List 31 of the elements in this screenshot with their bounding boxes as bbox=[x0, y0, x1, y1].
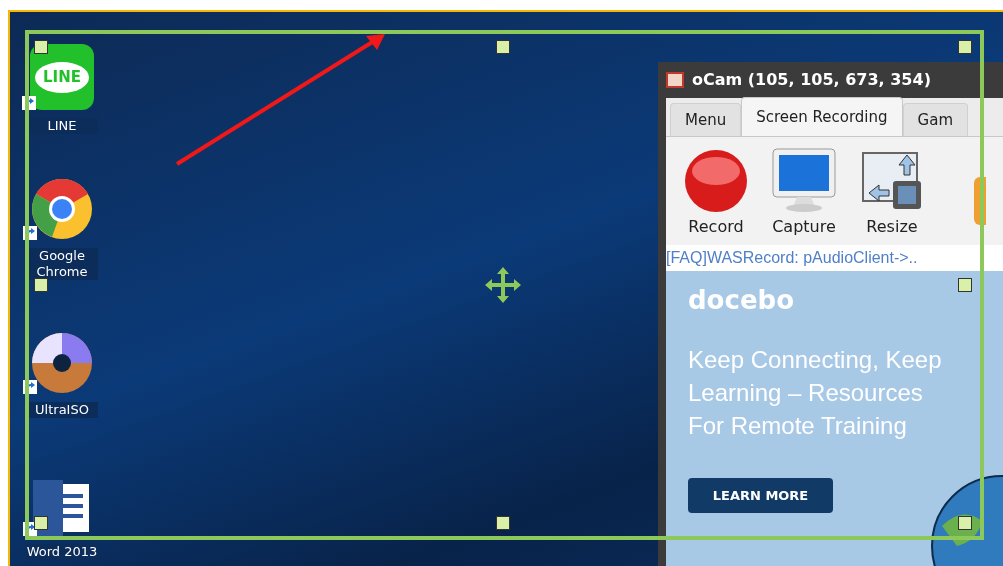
resize-handle[interactable] bbox=[496, 516, 510, 530]
learn-more-button[interactable]: LEARN MORE bbox=[688, 478, 833, 513]
tab[interactable]: Menu bbox=[670, 103, 742, 136]
resize-handle[interactable] bbox=[34, 516, 48, 530]
tab[interactable]: Gam bbox=[902, 103, 968, 136]
resize-handle[interactable] bbox=[34, 278, 48, 292]
window-title: oCam (105, 105, 673, 354) bbox=[692, 69, 931, 91]
desktop-icon-label[interactable]: Google Chrome bbox=[26, 248, 98, 280]
toolbar-button[interactable]: Capture bbox=[760, 145, 848, 237]
tab[interactable]: Screen Recording bbox=[741, 97, 903, 136]
move-cross-icon[interactable] bbox=[484, 266, 522, 304]
monitor-icon bbox=[771, 147, 837, 213]
brand-logo-text: docebo bbox=[688, 287, 795, 313]
disc-icon bbox=[31, 332, 93, 394]
desktop-icon-label[interactable]: Word 2013 bbox=[26, 544, 98, 560]
record-ball-icon bbox=[684, 149, 748, 213]
resize-handle[interactable] bbox=[958, 516, 972, 530]
desktop-icon-label[interactable]: UltraISO bbox=[26, 402, 98, 418]
logo-text: LINE bbox=[35, 61, 89, 93]
toolbar-button[interactable]: Record bbox=[672, 145, 760, 237]
app-logo-icon bbox=[666, 72, 684, 88]
toolbar-button[interactable]: Resize bbox=[848, 145, 936, 237]
resize-handle[interactable] bbox=[958, 40, 972, 54]
ad-headline: Keep Connecting, Keep bbox=[688, 345, 943, 375]
resize-handle[interactable] bbox=[958, 278, 972, 292]
ad-headline: For Remote Training bbox=[688, 411, 908, 441]
ad-headline: Learning – Resources bbox=[688, 378, 924, 408]
browser-icon bbox=[31, 178, 93, 240]
desktop-icon-label[interactable]: LINE bbox=[26, 118, 98, 134]
resize-handle[interactable] bbox=[496, 40, 510, 54]
resize-handle[interactable] bbox=[34, 40, 48, 54]
